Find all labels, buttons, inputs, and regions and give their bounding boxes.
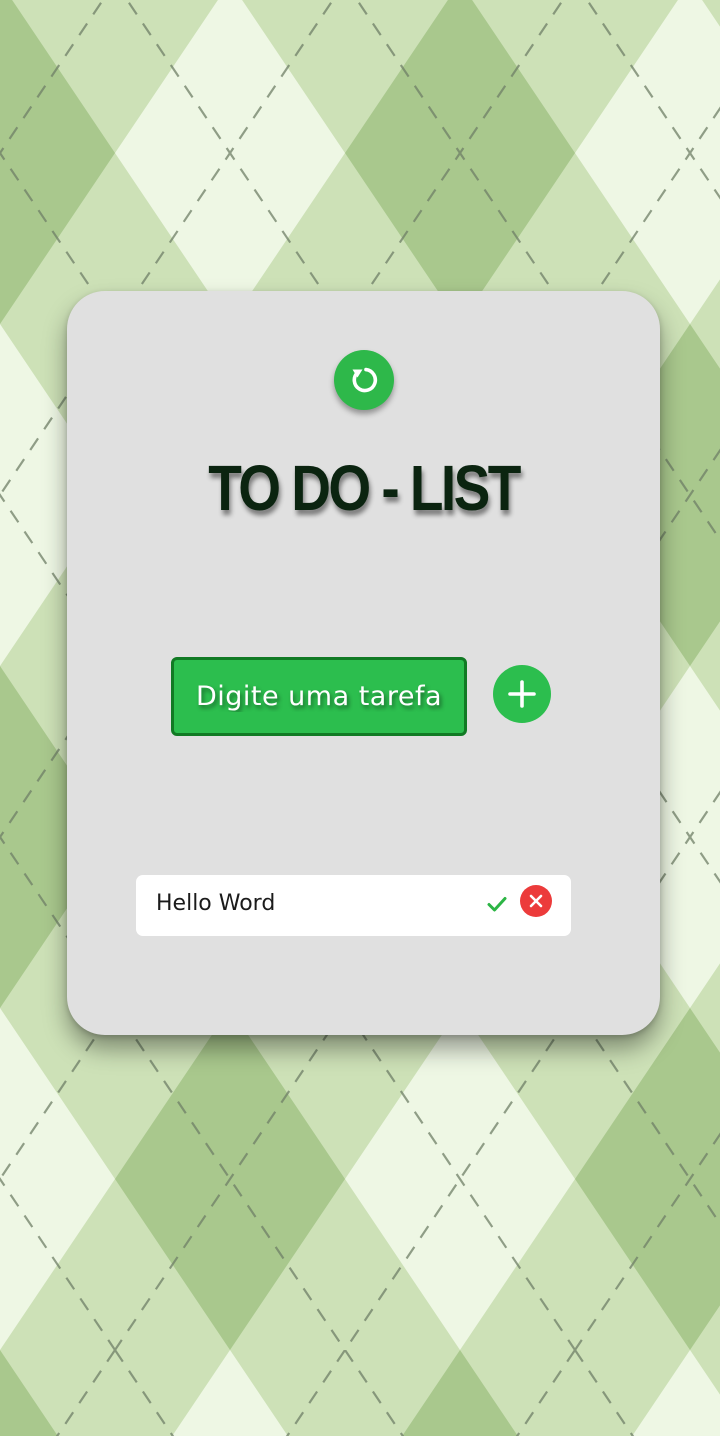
check-icon — [486, 893, 508, 915]
refresh-button[interactable] — [334, 350, 394, 410]
task-input[interactable] — [171, 657, 467, 736]
plus-icon — [506, 678, 538, 710]
close-icon — [528, 893, 544, 909]
complete-task-button[interactable] — [486, 893, 508, 915]
task-list-item: Hello Word — [136, 875, 571, 936]
delete-task-button[interactable] — [520, 885, 552, 917]
todo-card: TO DO - LIST Hello Word — [67, 291, 660, 1035]
task-text: Hello Word — [156, 891, 276, 916]
page-title: TO DO - LIST — [208, 452, 521, 524]
refresh-icon — [346, 362, 382, 398]
add-task-button[interactable] — [493, 665, 551, 723]
